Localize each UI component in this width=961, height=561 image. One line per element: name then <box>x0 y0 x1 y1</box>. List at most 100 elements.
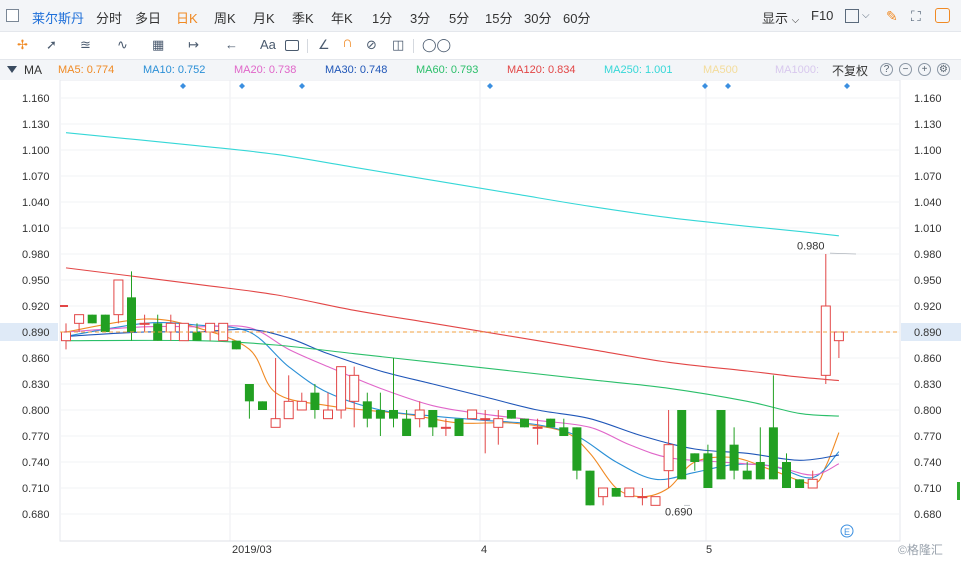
hide-icon[interactable]: ⊘ <box>366 37 377 53</box>
candle <box>113 279 124 324</box>
chevron-down-icon[interactable]: ⌵ <box>862 8 870 24</box>
ma-legend: MA MA5: 0.774 MA10: 0.752 MA20: 0.738 MA… <box>0 60 961 80</box>
candle <box>389 358 398 428</box>
stock-name[interactable]: 莱尔斯丹 <box>32 8 84 27</box>
candle-body-down <box>192 332 202 341</box>
panel-toggle-icon[interactable] <box>6 9 19 22</box>
ma60-label: MA60: 0.793 <box>416 64 479 76</box>
kline-chart[interactable]: 1.160 1.160 1.130 1.130 1.100 1.100 1.070 1.070… <box>0 80 961 561</box>
y-tick-label-right: 0.770 <box>914 431 942 443</box>
ruler-icon[interactable]: ∠ <box>318 37 330 53</box>
candle-body-up <box>637 496 648 499</box>
y-tick-label-right: 0.680 <box>914 509 942 521</box>
period-tab-60min[interactable]: 60分 <box>563 8 590 27</box>
adjust-mode-button[interactable]: 不复权 <box>832 62 868 79</box>
y-tick-label-left: 0.830 <box>22 379 50 391</box>
text-icon[interactable]: Aa <box>260 37 276 53</box>
period-tab-quarterly[interactable]: 季K <box>292 8 314 27</box>
scroll-handle[interactable] <box>957 482 960 500</box>
measure-icon[interactable]: ▦ <box>152 37 164 53</box>
y-tick-label-right: 0.980 <box>914 249 942 261</box>
ma250-label: MA250: 1.001 <box>604 64 673 76</box>
candle-body-down <box>258 401 267 410</box>
y-tick-label-right: 1.100 <box>914 145 942 157</box>
candle <box>127 271 136 341</box>
candle <box>100 314 110 332</box>
channel-icon[interactable]: ≊ <box>80 37 91 53</box>
period-tab-30min[interactable]: 30分 <box>524 8 551 27</box>
candle <box>546 418 556 428</box>
f10-button[interactable]: F10 <box>811 8 833 23</box>
candle <box>795 479 805 488</box>
candle <box>139 314 150 332</box>
crosshair-icon[interactable]: ✢ <box>17 37 28 53</box>
candle-body-up <box>820 305 831 376</box>
period-tab-monthly[interactable]: 月K <box>253 8 275 27</box>
candle <box>336 366 347 419</box>
period-tab-3min[interactable]: 3分 <box>410 8 430 27</box>
candle-body-down <box>87 314 97 324</box>
period-tab-1min[interactable]: 1分 <box>372 8 392 27</box>
candle-body-down <box>795 479 805 488</box>
period-tab-daily[interactable]: 日K <box>176 8 198 27</box>
comment-icon[interactable] <box>285 40 299 51</box>
line-icon[interactable]: ➚ <box>46 37 57 53</box>
candle-body-up <box>467 409 478 420</box>
period-tab-15min[interactable]: 15分 <box>485 8 512 27</box>
candle-body-down <box>402 418 412 436</box>
event-e-letter: E <box>844 527 850 537</box>
candle-body-up <box>165 322 176 333</box>
x-tick-label: 5 <box>706 544 712 556</box>
y-tick-label-left: 0.980 <box>22 249 50 261</box>
arrow-left-icon[interactable]: ← <box>225 37 238 53</box>
candle <box>454 418 464 436</box>
magnet-icon[interactable]: ∩ <box>342 35 353 51</box>
candle <box>244 384 254 419</box>
y-tick-label-right: 1.070 <box>914 171 942 183</box>
fullscreen-icon[interactable]: ⛶ <box>911 8 921 24</box>
candle-body-up <box>663 444 674 472</box>
minus-icon[interactable]: − <box>899 63 912 76</box>
plus-icon[interactable]: + <box>918 63 931 76</box>
period-tab-intraday[interactable]: 分时 <box>96 8 122 27</box>
period-tab-yearly[interactable]: 年K <box>331 8 353 27</box>
pencil-icon[interactable]: ✎ <box>886 8 898 24</box>
y-tick-label-left: 0.920 <box>22 301 50 313</box>
candle <box>61 323 71 350</box>
current-price-label-left: 0.890 <box>22 327 50 339</box>
expand-icon[interactable] <box>935 8 950 23</box>
x-tick-label: 4 <box>481 544 487 556</box>
candle-body-down <box>742 470 752 480</box>
event-marker-icon <box>239 83 245 89</box>
candle-body-up <box>624 487 635 498</box>
wave-icon[interactable]: ∿ <box>117 37 128 53</box>
trash-icon[interactable]: ◫ <box>392 37 404 53</box>
settings-icon[interactable]: ⚙ <box>937 63 950 76</box>
candle-body-down <box>546 418 556 428</box>
link-icon[interactable]: ◯◯ <box>422 37 451 53</box>
layout-icon[interactable] <box>845 9 859 23</box>
y-tick-label-left: 0.950 <box>22 275 50 287</box>
candle-body-down <box>506 410 516 419</box>
candle-body-up <box>296 400 307 411</box>
candle <box>349 366 360 428</box>
candle-body-down <box>100 314 110 332</box>
candle-body-up <box>480 418 491 421</box>
candle-body-down <box>231 340 241 350</box>
period-tab-multiday[interactable]: 多日 <box>135 8 161 27</box>
display-label: 显示 <box>762 11 789 26</box>
candle <box>598 487 609 506</box>
range-icon[interactable]: ↦ <box>188 37 199 53</box>
candle <box>414 401 425 428</box>
period-tab-5min[interactable]: 5分 <box>449 8 469 27</box>
candle <box>690 453 700 471</box>
help-icon[interactable]: ? <box>880 63 893 76</box>
period-tab-weekly[interactable]: 周K <box>214 8 236 27</box>
candle <box>637 488 648 506</box>
event-marker-icon <box>299 83 305 89</box>
ma-line-ma60 <box>65 339 839 417</box>
y-tick-label-left: 1.100 <box>22 145 50 157</box>
display-menu[interactable]: 显示 ⌵ <box>762 8 799 27</box>
candle <box>270 358 281 428</box>
collapse-triangle-icon[interactable] <box>7 66 17 73</box>
